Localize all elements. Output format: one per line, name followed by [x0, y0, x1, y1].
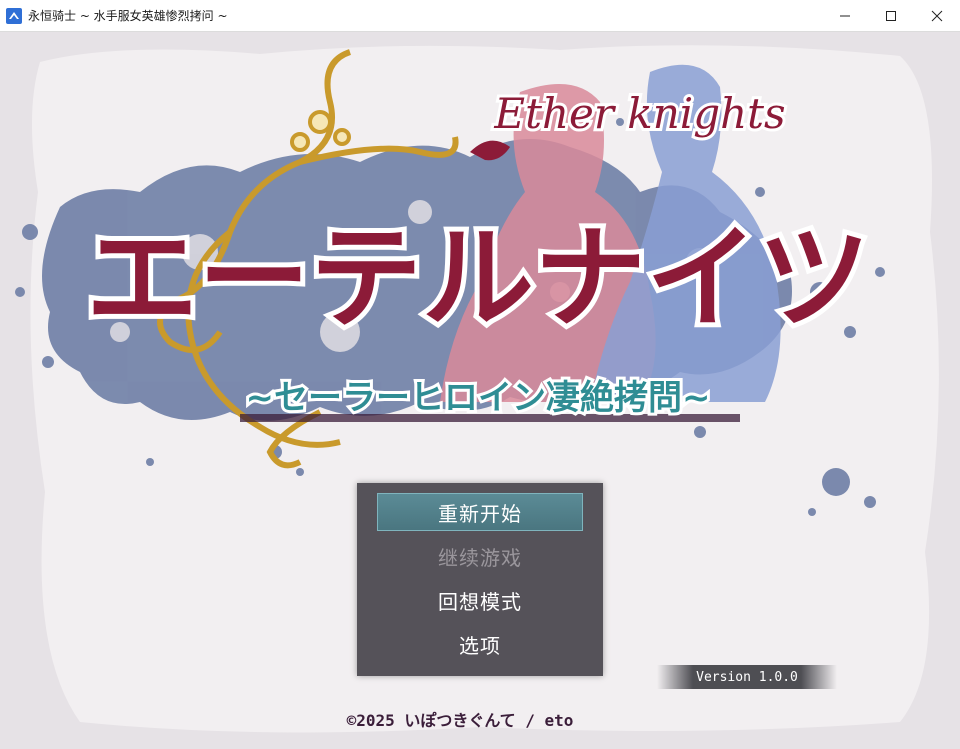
maximize-icon [886, 10, 896, 21]
maximize-button[interactable] [868, 0, 914, 31]
english-title: Ether knights [493, 89, 785, 138]
title-screen: Ether knights エーテルナイツ ~セーラーヒロイン凄絶拷問~ 重新开… [0, 32, 960, 749]
window-title: 永恒骑士 ~ 水手服女英雄惨烈拷问 ~ [28, 9, 228, 23]
menu-item-options[interactable]: 选项 [377, 625, 583, 663]
copyright-text: ©2025 いぽつきぐんて / eto [346, 711, 574, 730]
minimize-icon [840, 15, 850, 16]
subtitle: ~セーラーヒロイン凄絶拷問~ [246, 378, 711, 418]
window-titlebar: 永恒骑士 ~ 水手服女英雄惨烈拷问 ~ [0, 0, 960, 32]
window-controls [822, 0, 960, 31]
close-button[interactable] [914, 0, 960, 31]
minimize-button[interactable] [822, 0, 868, 31]
menu-item-recollection[interactable]: 回想模式 [377, 581, 583, 619]
app-icon [6, 7, 22, 24]
main-menu: 重新开始 继续游戏 回想模式 选项 [357, 483, 603, 676]
close-icon [931, 10, 943, 21]
version-label: Version 1.0.0 [657, 665, 837, 689]
japanese-title: エーテルナイツ [86, 214, 870, 344]
menu-item-continue[interactable]: 继续游戏 [377, 537, 583, 575]
menu-item-new-game[interactable]: 重新开始 [377, 493, 583, 531]
